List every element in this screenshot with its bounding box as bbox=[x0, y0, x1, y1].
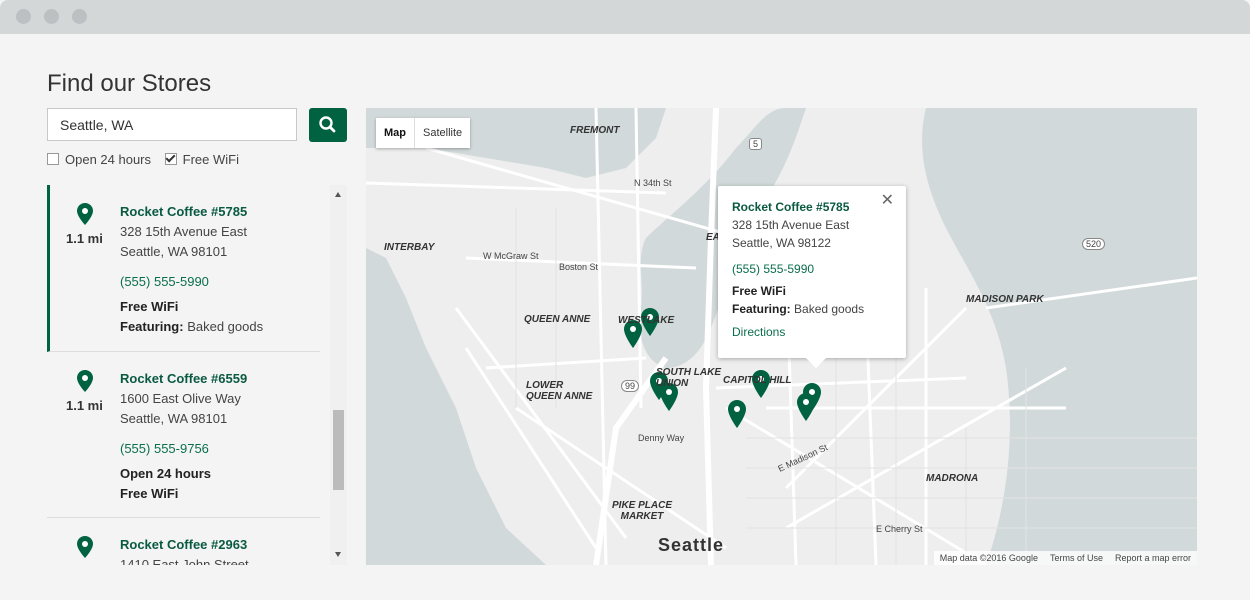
map-label-madrona: MADRONA bbox=[926, 473, 979, 484]
map-label-queen-anne: QUEEN ANNE bbox=[524, 314, 591, 325]
filter-wifi-label: Free WiFi bbox=[182, 152, 239, 167]
featuring-value: Baked goods bbox=[187, 319, 264, 334]
store-feature: Open 24 hours bbox=[120, 466, 212, 481]
store-feature: Free WiFi bbox=[120, 299, 179, 314]
map-type-satellite-button[interactable]: Satellite bbox=[415, 118, 470, 148]
map-data-attribution: Map data ©2016 Google bbox=[939, 553, 1038, 563]
list-scrollbar[interactable] bbox=[330, 185, 347, 565]
store-address-line1: 328 15th Avenue East bbox=[120, 224, 247, 239]
scroll-up-arrow-icon[interactable] bbox=[335, 192, 341, 197]
window-titlebar bbox=[0, 0, 1250, 34]
map-label-boston: Boston St bbox=[559, 262, 599, 272]
wifi-checkbox[interactable] bbox=[164, 153, 177, 165]
popup-featuring-value: Baked goods bbox=[794, 302, 865, 316]
scroll-thumb[interactable] bbox=[333, 410, 344, 490]
map-label-fremont: FREMONT bbox=[570, 125, 620, 136]
store-info-popup: ✕ Rocket Coffee #5785 328 15th Avenue Ea… bbox=[718, 186, 906, 368]
store-name[interactable]: Rocket Coffee #5785 bbox=[120, 202, 263, 222]
map-label-interbay: INTERBAY bbox=[384, 242, 435, 253]
map-label-denny: Denny Way bbox=[638, 433, 685, 443]
search-icon bbox=[319, 116, 336, 133]
store-item[interactable]: 1.1 mi Rocket Coffee #5785 328 15th Aven… bbox=[47, 185, 320, 352]
open24-checkbox[interactable] bbox=[47, 153, 59, 165]
map-label-lower-queen-anne: LOWER QUEEN ANNE bbox=[526, 380, 593, 402]
popup-phone[interactable]: (555) 555-5990 bbox=[732, 260, 864, 278]
window-maximize-dot[interactable] bbox=[72, 9, 87, 24]
window-minimize-dot[interactable] bbox=[44, 9, 59, 24]
map-pin-icon bbox=[77, 203, 93, 225]
store-map[interactable]: FREMONT N 34th St INTERBAY W McGraw St B… bbox=[366, 108, 1197, 565]
store-name[interactable]: Rocket Coffee #6559 bbox=[120, 369, 247, 389]
map-label-n34th: N 34th St bbox=[634, 178, 672, 188]
map-label-westlake: WESTLAKE bbox=[618, 315, 675, 326]
store-address-line2: Seattle, WA 98101 bbox=[120, 244, 228, 259]
filter-open24-label: Open 24 hours bbox=[65, 152, 152, 167]
store-distance: 1.1 mi bbox=[66, 231, 103, 246]
store-address-line1: 1600 East Olive Way bbox=[120, 391, 241, 406]
map-label-capitol-hill: CAPITOL HILL bbox=[723, 375, 792, 386]
map-footer: Map data ©2016 Google Terms of Use Repor… bbox=[933, 551, 1197, 565]
popup-store-name[interactable]: Rocket Coffee #5785 bbox=[732, 198, 864, 216]
popup-directions-link[interactable]: Directions bbox=[732, 323, 864, 341]
map-label-seattle: Seattle bbox=[658, 535, 725, 555]
scroll-down-arrow-icon[interactable] bbox=[335, 552, 341, 557]
map-pin-icon bbox=[77, 536, 93, 558]
popup-address-line1: 328 15th Avenue East bbox=[732, 218, 850, 232]
map-shield-520: 520 bbox=[1082, 238, 1106, 250]
map-label-w-mcgraw: W McGraw St bbox=[483, 251, 539, 261]
store-address-line2: Seattle, WA 98101 bbox=[120, 411, 228, 426]
report-map-error-link[interactable]: Report a map error bbox=[1109, 551, 1197, 565]
map-shield-5: 5 bbox=[749, 138, 763, 150]
popup-feature: Free WiFi bbox=[732, 284, 786, 298]
terms-of-use-link[interactable]: Terms of Use bbox=[1044, 551, 1109, 565]
popup-address-line2: Seattle, WA 98122 bbox=[732, 236, 831, 250]
store-list: 1.1 mi Rocket Coffee #5785 328 15th Aven… bbox=[47, 185, 347, 565]
map-pin-icon bbox=[77, 370, 93, 392]
popup-tail bbox=[806, 358, 826, 368]
store-item[interactable]: 1.1 mi Rocket Coffee #6559 1600 East Oli… bbox=[47, 352, 320, 518]
search-input[interactable] bbox=[47, 108, 297, 141]
map-label-pike-place: PIKE PLACE MARKET bbox=[612, 500, 673, 522]
store-item[interactable]: Rocket Coffee #2963 1410 East John Stree… bbox=[47, 518, 320, 565]
store-phone[interactable]: (555) 555-5990 bbox=[120, 272, 263, 292]
popup-featuring-label: Featuring: bbox=[732, 302, 791, 316]
store-phone[interactable]: (555) 555-9756 bbox=[120, 439, 247, 459]
search-button[interactable] bbox=[309, 108, 347, 142]
store-name[interactable]: Rocket Coffee #2963 bbox=[120, 535, 249, 555]
window-close-dot[interactable] bbox=[16, 9, 31, 24]
map-label-e-cherry: E Cherry St bbox=[876, 524, 923, 534]
filter-options: Open 24 hours Free WiFi bbox=[47, 152, 239, 167]
featuring-label: Featuring: bbox=[120, 319, 184, 334]
close-icon[interactable]: ✕ bbox=[881, 192, 894, 210]
map-type-control: Map Satellite bbox=[376, 118, 471, 148]
filter-wifi[interactable]: Free WiFi bbox=[164, 152, 239, 167]
store-address-line1: 1410 East John Street bbox=[120, 557, 249, 565]
map-label-south-lake-union: SOUTH LAKE UNION bbox=[656, 367, 721, 389]
store-distance: 1.1 mi bbox=[66, 398, 103, 413]
map-type-map-button[interactable]: Map bbox=[376, 118, 415, 148]
filter-open24[interactable]: Open 24 hours bbox=[47, 152, 151, 167]
store-feature: Free WiFi bbox=[120, 486, 179, 501]
map-label-madison-park: MADISON PARK bbox=[966, 294, 1044, 305]
map-shield-99: 99 bbox=[621, 380, 640, 392]
page-title: Find our Stores bbox=[47, 70, 212, 97]
